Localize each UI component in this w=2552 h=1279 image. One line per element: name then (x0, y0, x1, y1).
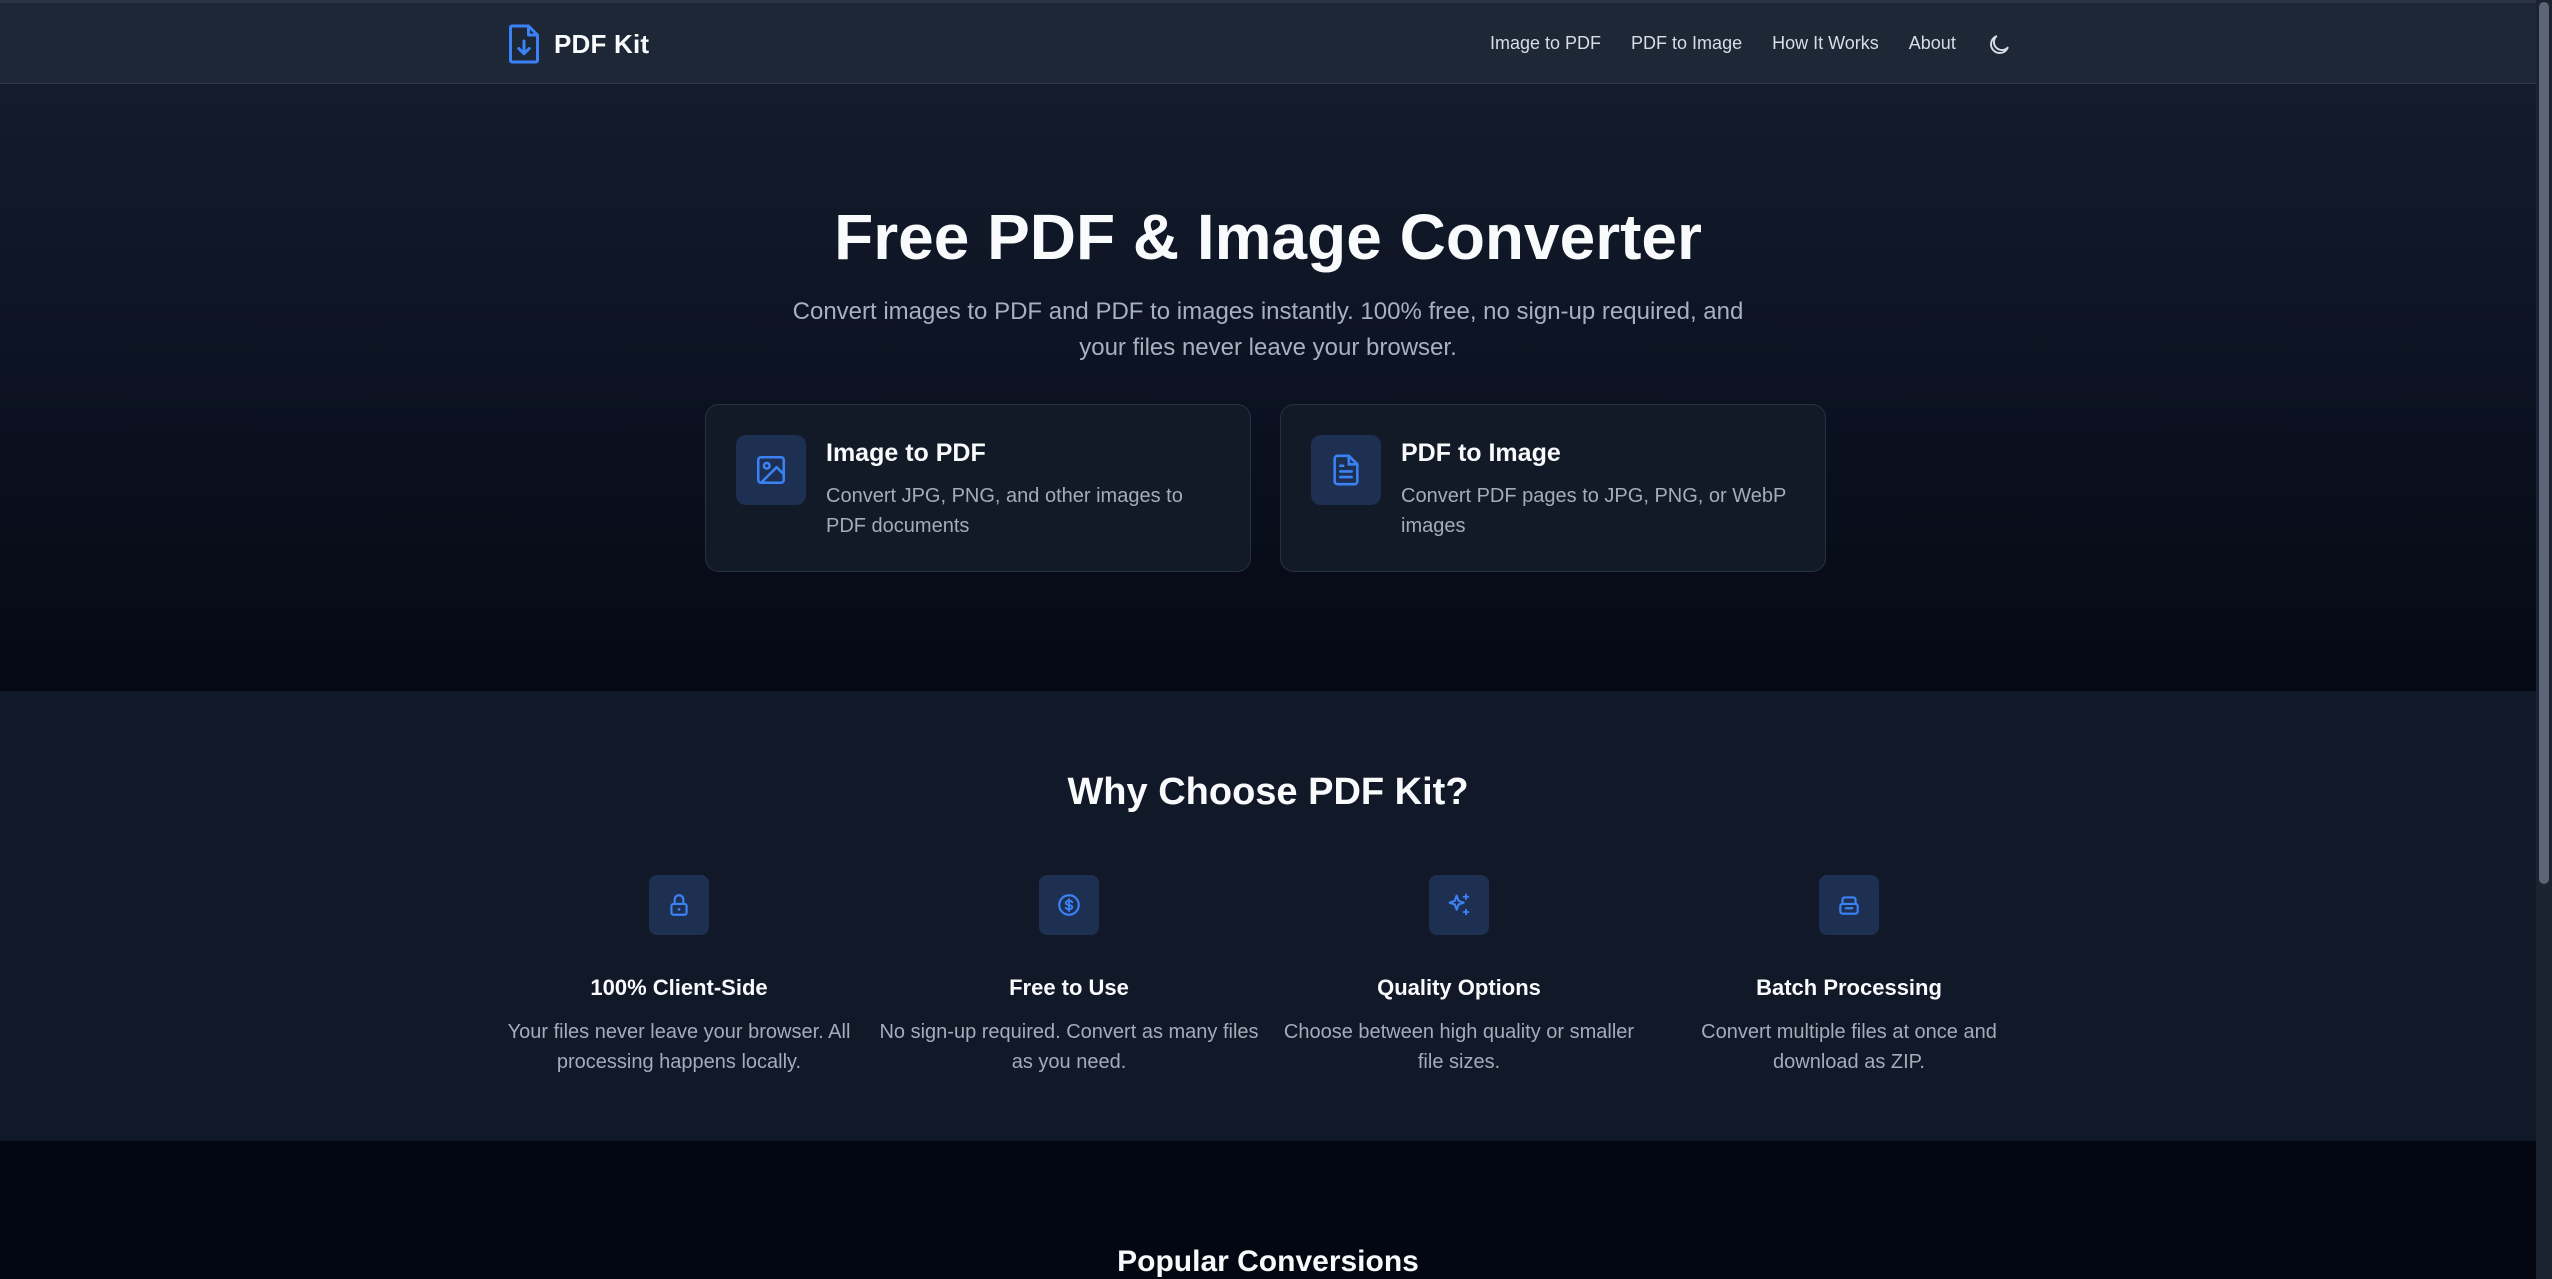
dollar-circle-icon (1058, 894, 1080, 916)
popular-title: Popular Conversions (1117, 1245, 1419, 1278)
feature-description: Convert multiple files at once and downl… (1701, 1021, 1997, 1073)
tool-title: PDF to Image (1401, 439, 1561, 467)
image-to-pdf-card[interactable]: Image to PDF Convert JPG, PNG, and other… (705, 404, 1251, 572)
nav-how-it-works[interactable]: How It Works (1772, 33, 1879, 54)
page: PDF Kit Image to PDF PDF to Image How It… (0, 0, 2536, 1279)
feature-icon-tile (649, 875, 709, 935)
tool-description: Convert PDF pages to JPG, PNG, or WebP i… (1401, 485, 1786, 537)
scrollbar-thumb[interactable] (2539, 2, 2549, 884)
sparkles-icon (1448, 893, 1470, 916)
feature-icon-tile (1039, 875, 1099, 935)
tool-icon-tile (1311, 435, 1381, 505)
popular-section: Popular Conversions (0, 1141, 2536, 1279)
image-icon (756, 455, 786, 485)
feature-client-side: 100% Client-Side Your files never leave … (489, 875, 869, 1077)
file-download-icon (509, 24, 539, 64)
nav-pdf-to-image[interactable]: PDF to Image (1631, 33, 1742, 54)
hero-subtitle: Convert images to PDF and PDF to images … (792, 298, 1744, 361)
feature-title: 100% Client-Side (590, 975, 768, 1000)
main-nav: Image to PDF PDF to Image How It Works A… (1490, 33, 1956, 54)
features-section: Why Choose PDF Kit? 100% Client-Side You… (0, 691, 2536, 1141)
page-scrollbar[interactable] (2536, 0, 2552, 1279)
feature-description: No sign-up required. Convert as many fil… (879, 1021, 1259, 1073)
pdf-to-image-card[interactable]: PDF to Image Convert PDF pages to JPG, P… (1280, 404, 1826, 572)
feature-title: Quality Options (1377, 975, 1541, 1000)
archive-icon (1839, 896, 1859, 915)
feature-batch: Batch Processing Convert multiple files … (1659, 875, 2039, 1077)
tool-title: Image to PDF (826, 439, 986, 467)
feature-icon-tile (1429, 875, 1489, 935)
feature-description: Your files never leave your browser. All… (507, 1021, 851, 1073)
feature-free: Free to Use No sign-up required. Convert… (879, 875, 1259, 1077)
feature-title: Free to Use (1009, 975, 1129, 1000)
lock-icon (670, 894, 688, 916)
file-text-icon (1333, 454, 1359, 486)
feature-quality: Quality Options Choose between high qual… (1269, 875, 1649, 1077)
nav-about[interactable]: About (1909, 33, 1956, 54)
brand-logo[interactable]: PDF Kit (506, 23, 649, 65)
feature-description: Choose between high quality or smaller f… (1283, 1021, 1635, 1073)
tool-description: Convert JPG, PNG, and other images to PD… (826, 485, 1183, 537)
moon-icon[interactable] (1986, 32, 2012, 58)
feature-title: Batch Processing (1756, 975, 1942, 1000)
site-header: PDF Kit Image to PDF PDF to Image How It… (0, 0, 2536, 84)
features-title: Why Choose PDF Kit? (1067, 771, 1469, 813)
nav-image-to-pdf[interactable]: Image to PDF (1490, 33, 1601, 54)
feature-icon-tile (1819, 875, 1879, 935)
brand-name: PDF Kit (554, 28, 650, 59)
tool-icon-tile (736, 435, 806, 505)
hero-title: Free PDF & Image Converter (834, 201, 1702, 273)
hero-section: Free PDF & Image Converter Convert image… (0, 84, 2536, 691)
